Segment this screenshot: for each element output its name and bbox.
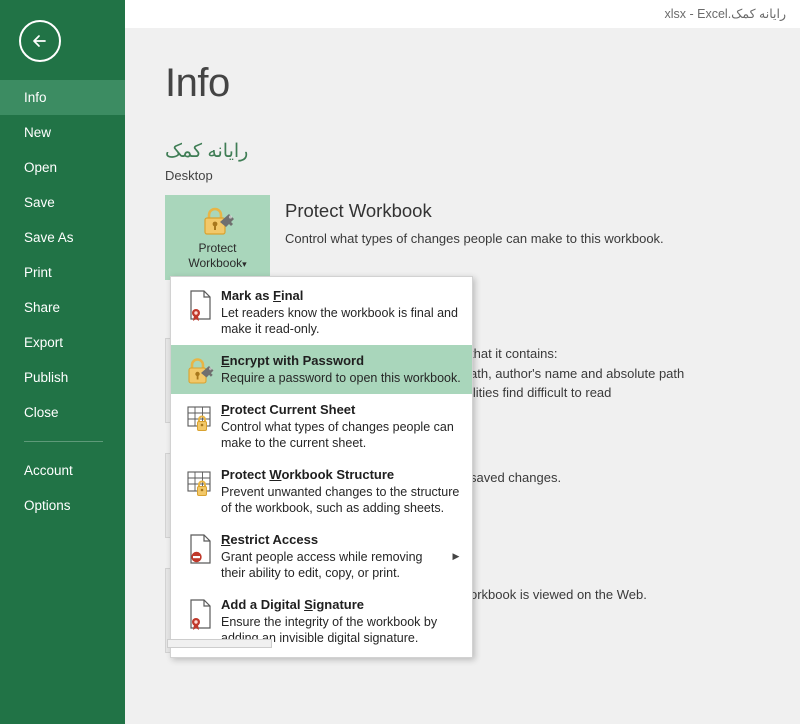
file-name: رایانه کمک [165,141,249,162]
protect-workbook-heading: Protect Workbook [285,200,432,221]
protect-workbook-menu: Mark as Final Let readers know the workb… [170,276,473,658]
menu-item-title: Protect Workbook Structure [221,466,464,483]
menu-item-protect-current-sheet[interactable]: Protect Current Sheet Control what types… [171,394,472,459]
title-post: inal [281,288,304,303]
button-label-line-2: Workbook [188,256,243,270]
menu-item-text: Protect Workbook Structure Prevent unwan… [221,466,464,516]
menu-item-title: Mark as Final [221,287,464,304]
sidebar-item-label: Print [24,265,52,280]
document-restrict-icon [181,531,221,565]
menu-item-description: Let readers know the workbook is final a… [221,306,458,336]
title-pre: Protect [221,467,270,482]
sidebar-item-label: Account [24,463,73,478]
versions-text-line-1: saved changes. [470,470,562,485]
menu-item-description: Control what types of changes people can… [221,420,454,450]
sidebar-item-publish[interactable]: Publish [0,360,125,395]
menu-item-title: Protect Current Sheet [221,401,464,418]
sidebar-item-share[interactable]: Share [0,290,125,325]
inspect-text-line-3: ilities find difficult to read [470,385,612,400]
chevron-down-icon: ▾ [242,259,247,269]
sidebar-divider [24,441,103,442]
sidebar-item-save[interactable]: Save [0,185,125,220]
title-post: ignature [312,597,365,612]
protect-workbook-button[interactable]: Protect Workbook▾ [165,195,270,280]
menu-item-description: Grant people access while removing their… [221,550,423,580]
title-accelerator: W [269,467,282,482]
title-accelerator: S [304,597,313,612]
sidebar-item-label: Share [24,300,61,315]
title-accelerator: R [221,532,231,547]
file-path: Desktop [165,168,213,183]
menu-item-description: Require a password to open this workbook… [221,371,461,385]
menu-item-description: Prevent unwanted changes to the structur… [221,485,460,515]
sidebar-item-info[interactable]: Info [0,80,125,115]
title-pre: Mark as [221,288,274,303]
menu-item-text: Restrict Access Grant people access whil… [221,531,448,581]
protect-workbook-description: Control what types of changes people can… [285,231,664,246]
horizontal-scrollbar[interactable] [167,639,272,648]
title-post: orkbook Structure [281,467,395,482]
menu-item-protect-workbook-structure[interactable]: Protect Workbook Structure Prevent unwan… [171,459,472,524]
sidebar-item-label: Close [24,405,59,420]
sidebar-item-label: Open [24,160,58,175]
sidebar-item-close[interactable]: Close [0,395,125,430]
backstage-nav: Info New Open Save Save As Print Share E… [0,80,125,523]
sheet-lock-icon [181,401,221,435]
title-bar: رایانه کمک.xlsx - Excel [125,0,800,28]
sidebar-item-label: New [24,125,52,140]
sidebar-item-export[interactable]: Export [0,325,125,360]
excel-backstage-window: رایانه کمک.xlsx - Excel Info New Open Sa… [0,0,800,724]
menu-item-text: Protect Current Sheet Control what types… [221,401,464,451]
page-title: Info [165,61,230,105]
menu-item-text: Mark as Final Let readers know the workb… [221,287,464,337]
sidebar-item-label: Save As [24,230,74,245]
sidebar-item-label: Info [24,90,47,105]
sidebar-item-save-as[interactable]: Save As [0,220,125,255]
sidebar-item-print[interactable]: Print [0,255,125,290]
sidebar-item-new[interactable]: New [0,115,125,150]
browser-view-text-line-1: orkbook is viewed on the Web. [470,587,647,602]
sidebar-item-account[interactable]: Account [0,453,125,488]
sidebar-item-label: Save [24,195,55,210]
sidebar-item-label: Publish [24,370,69,385]
sidebar-item-options[interactable]: Options [0,488,125,523]
inspect-text-line-1: that it contains: [470,346,558,361]
menu-item-title: Add a Digital Signature [221,596,464,613]
menu-item-title: Encrypt with Password [221,352,464,369]
title-post: rotect Current Sheet [229,402,356,417]
menu-item-mark-as-final[interactable]: Mark as Final Let readers know the workb… [171,280,472,345]
window-title: رایانه کمک.xlsx - Excel [664,7,787,21]
padlock-key-icon [181,352,221,386]
menu-item-encrypt-with-password[interactable]: Encrypt with Password Require a password… [171,345,472,394]
menu-item-title: Restrict Access [221,531,448,548]
title-pre: Add a Digital [221,597,305,612]
sidebar-item-open[interactable]: Open [0,150,125,185]
title-accelerator: E [221,353,230,368]
protect-workbook-button-label: Protect Workbook▾ [165,241,270,272]
padlock-key-icon [165,204,270,240]
menu-item-restrict-access[interactable]: Restrict Access Grant people access whil… [171,524,472,589]
backstage-sidebar: Info New Open Save Save As Print Share E… [0,0,125,724]
title-post: estrict Access [230,532,319,547]
menu-item-text: Encrypt with Password Require a password… [221,352,464,386]
sidebar-item-label: Export [24,335,64,350]
inspect-text-line-2: ath, author's name and absolute path [470,366,685,381]
document-seal-icon [181,287,221,321]
document-signature-icon [181,596,221,630]
submenu-arrow-icon: ▶ [452,550,460,561]
title-accelerator: P [221,402,230,417]
title-post: ncrypt with Password [229,353,365,368]
workbook-lock-icon [181,466,221,500]
back-arrow-icon[interactable] [19,20,61,62]
button-label-line-1: Protect [198,241,237,255]
title-accelerator: F [273,288,281,303]
sidebar-item-label: Options [24,498,71,513]
